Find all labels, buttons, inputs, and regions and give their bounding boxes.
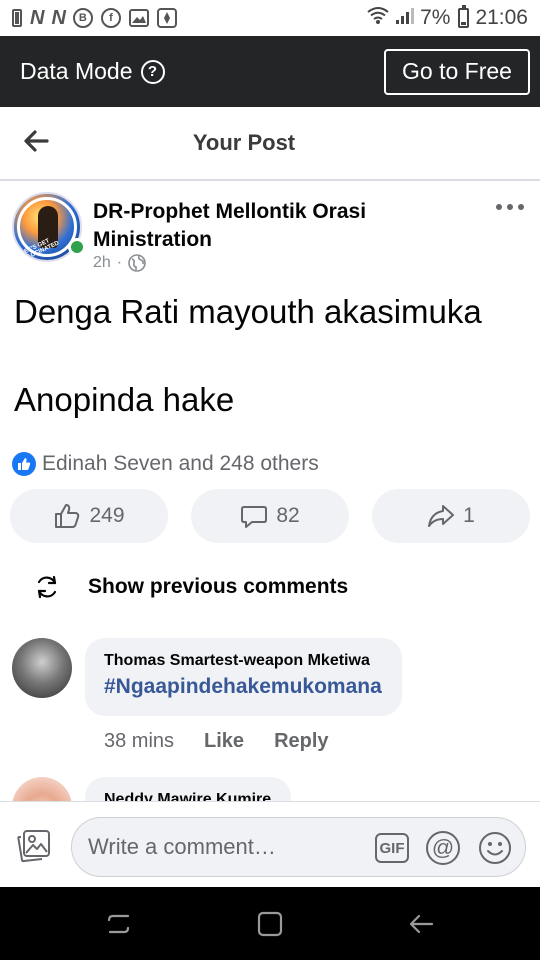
- commenter-avatar[interactable]: [12, 777, 72, 801]
- comment-count: 82: [276, 504, 300, 527]
- comment-time: 38 mins: [104, 730, 175, 752]
- emoji-icon[interactable]: [478, 831, 512, 865]
- post-meta: 2h ·: [93, 254, 146, 272]
- comment-like-button[interactable]: Like: [204, 730, 244, 753]
- wifi-icon: [366, 5, 390, 31]
- arrow-left-icon[interactable]: [22, 127, 50, 155]
- question-circle-icon[interactable]: ?: [140, 59, 165, 84]
- like-button[interactable]: 249: [10, 489, 168, 543]
- n-icon: N: [30, 6, 44, 29]
- battery-icon: [458, 5, 470, 28]
- comment-icon: [241, 506, 268, 528]
- clock: 21:06: [475, 6, 528, 29]
- go-to-free-button[interactable]: Go to Free: [384, 48, 530, 95]
- post-header: LET'S GET VACCINATED DR-Prophet Mellonti…: [12, 192, 528, 278]
- home-icon[interactable]: [255, 909, 285, 939]
- more-options-icon[interactable]: [496, 202, 524, 212]
- mention-icon[interactable]: @: [426, 831, 460, 865]
- comment-item: Thomas Smartest-weapon Mketiwa #Ngaapind…: [12, 638, 528, 758]
- show-previous-label: Show previous comments: [88, 575, 349, 598]
- system-status: 7% 21:06: [366, 5, 528, 31]
- comment-bubble[interactable]: Neddy Mawire Kumire: [85, 777, 292, 801]
- reactions-text: Edinah Seven and 248 others: [42, 452, 319, 475]
- comment-hashtag[interactable]: #Ngaapindehakemukomana: [104, 672, 382, 702]
- commenter-name[interactable]: Neddy Mawire Kumire: [104, 789, 271, 801]
- n-icon: N: [51, 6, 65, 29]
- battery-percent: 7%: [420, 6, 451, 29]
- comment-composer: GIF @: [0, 801, 540, 887]
- battery-small-icon: [12, 8, 22, 28]
- comment-button[interactable]: 82: [191, 489, 349, 543]
- photo-icon[interactable]: [16, 828, 52, 864]
- facebook-circle-icon: f: [100, 8, 121, 28]
- refresh-icon: [37, 575, 57, 599]
- page-header: Your Post: [0, 107, 540, 181]
- share-count: 1: [463, 504, 475, 527]
- comment-bubble[interactable]: Thomas Smartest-weapon Mketiwa #Ngaapind…: [85, 638, 402, 716]
- show-previous-comments[interactable]: Show previous comments: [34, 574, 348, 600]
- commenter-avatar[interactable]: [12, 638, 72, 698]
- system-nav-bar: [0, 887, 540, 960]
- comment-item: Neddy Mawire Kumire: [12, 777, 528, 801]
- notification-icons: N N B f: [12, 6, 177, 29]
- gallery-icon: [128, 8, 149, 28]
- like-reaction-icon: [12, 452, 36, 476]
- commenter-name[interactable]: Thomas Smartest-weapon Mketiwa: [104, 650, 382, 672]
- b-circle-icon: B: [72, 8, 93, 28]
- like-count: 249: [89, 504, 125, 527]
- recent-apps-icon[interactable]: [104, 909, 134, 939]
- thumbs-up-icon: [55, 504, 80, 528]
- data-mode-title: Data Mode: [20, 58, 133, 84]
- gif-icon[interactable]: GIF: [375, 833, 409, 863]
- reactions-summary[interactable]: Edinah Seven and 248 others: [12, 452, 319, 476]
- page-title: Your Post: [192, 130, 296, 155]
- meta-separator: ·: [116, 254, 123, 271]
- signal-icon: [396, 5, 415, 31]
- globe-icon: [128, 254, 146, 272]
- post-time[interactable]: 2h: [93, 254, 111, 272]
- share-icon: [428, 505, 455, 527]
- compass-icon: [156, 8, 177, 28]
- comment-reply-button[interactable]: Reply: [274, 730, 328, 753]
- back-nav-icon[interactable]: [406, 909, 436, 939]
- post-actions: 249 82 1: [10, 489, 530, 543]
- online-status-dot: [68, 238, 86, 256]
- comment-footer: 38 mins Like Reply: [104, 730, 329, 753]
- data-mode-bar: Data Mode ? Go to Free: [0, 36, 540, 107]
- share-button[interactable]: 1: [372, 489, 530, 543]
- post-text: Denga Rati mayouth akasimuka Anopinda ha…: [14, 293, 482, 418]
- status-bar: N N B f 7% 21:06: [0, 0, 540, 36]
- author-name[interactable]: DR-Prophet Mellontik Orasi Ministration: [93, 198, 473, 254]
